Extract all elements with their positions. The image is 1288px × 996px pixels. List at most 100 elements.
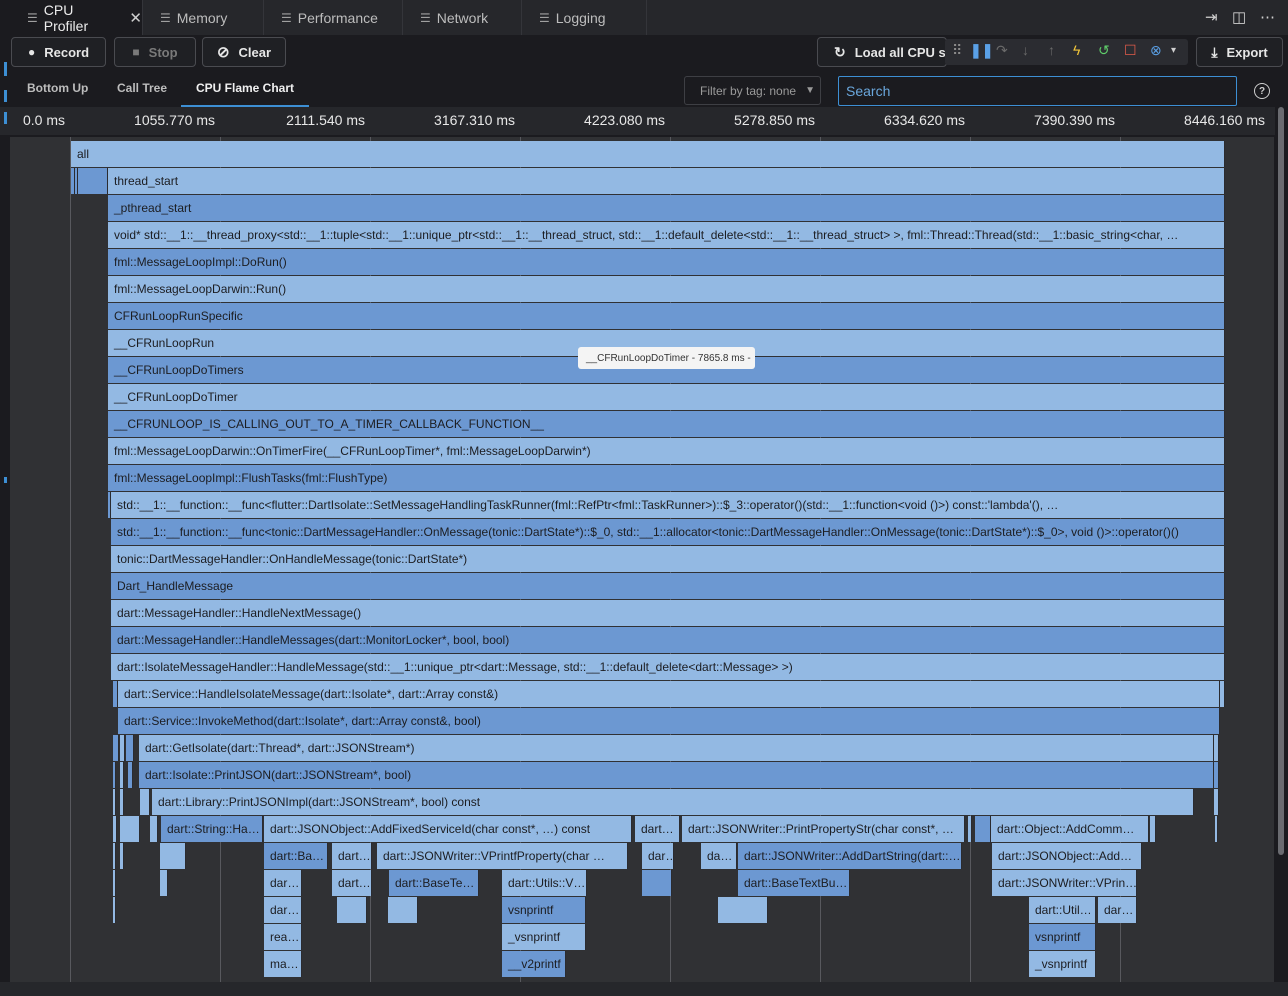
flame-frame-sliver[interactable]: [975, 816, 991, 842]
flame-frame[interactable]: dart::JSONWriter::VPrintfProperty(char …: [377, 843, 628, 869]
flame-frame-sliver[interactable]: [113, 870, 116, 896]
more-icon[interactable]: ⋯: [1260, 8, 1275, 26]
drag-handle-icon[interactable]: ⠿: [952, 42, 962, 59]
search-input[interactable]: [838, 76, 1237, 106]
flame-frame-sliver[interactable]: [1150, 816, 1156, 842]
flame-frame-sliver[interactable]: [113, 816, 117, 842]
flame-frame[interactable]: vsnprintf: [1029, 924, 1096, 950]
flame-frame-sliver[interactable]: [113, 735, 119, 761]
export-button[interactable]: ⤓ Export: [1196, 37, 1283, 67]
flame-frame-sliver[interactable]: [120, 843, 124, 869]
flame-frame[interactable]: dart::Service::HandleIsolateMessage(dart…: [118, 681, 1220, 707]
flame-frame-sliver[interactable]: [160, 870, 168, 896]
flame-frame-sliver[interactable]: [642, 870, 672, 896]
tab-cpu-profiler[interactable]: ☰ CPU Profiler ✕: [0, 0, 143, 35]
flame-frame-sliver[interactable]: [337, 897, 367, 923]
flame-frame-sliver[interactable]: [128, 762, 133, 788]
flame-frame[interactable]: rea…: [264, 924, 302, 950]
flame-frame-sliver[interactable]: [113, 789, 116, 815]
flame-frame[interactable]: dar…: [264, 897, 302, 923]
flame-frame[interactable]: std::__1::__function::__func<flutter::Da…: [111, 492, 1225, 518]
tab-performance[interactable]: ☰ Performance: [264, 0, 403, 35]
flame-frame[interactable]: dart::GetIsolate(dart::Thread*, dart::JS…: [139, 735, 1214, 761]
step-into-icon[interactable]: ↓: [1022, 42, 1029, 58]
flame-frame[interactable]: _vsnprintf: [502, 924, 586, 950]
flame-frame-sliver[interactable]: [113, 897, 116, 923]
clear-button[interactable]: ⊘ Clear: [202, 37, 286, 67]
flame-frame[interactable]: std::__1::__function::__func<tonic::Dart…: [111, 519, 1225, 545]
step-over-icon[interactable]: ↷: [996, 42, 1008, 59]
stop-button[interactable]: ■ Stop: [114, 37, 196, 67]
filter-by-tag-dropdown[interactable]: Filter by tag: none ▼: [684, 76, 821, 105]
load-all-cpu-samples-button[interactable]: ↻ Load all CPU sa: [817, 37, 947, 67]
flame-frame[interactable]: ma…: [264, 951, 302, 977]
flame-frame-sliver[interactable]: [388, 897, 418, 923]
record-button[interactable]: ● Record: [11, 37, 106, 67]
flame-frame-sliver[interactable]: [113, 843, 116, 869]
flame-frame[interactable]: dart::Isolate::PrintJSON(dart::JSONStrea…: [139, 762, 1214, 788]
tab-cpu-flame-chart[interactable]: CPU Flame Chart: [181, 71, 310, 107]
flame-frame[interactable]: Dart_HandleMessage: [111, 573, 1225, 599]
flame-frame[interactable]: dart…: [332, 870, 372, 896]
flame-frame[interactable]: fml::MessageLoopImpl::FlushTasks(fml::Fl…: [108, 465, 1225, 491]
flame-frame[interactable]: dart::BaseTextBu…: [738, 870, 850, 896]
flame-frame-sliver[interactable]: [718, 897, 768, 923]
flame-frame[interactable]: dart::Library::PrintJSONImpl(dart::JSONS…: [152, 789, 1194, 815]
flame-frame[interactable]: dart::Ba…: [264, 843, 328, 869]
flame-frame[interactable]: dart::IsolateMessageHandler::HandleMessa…: [111, 654, 1225, 680]
stop-app-icon[interactable]: ☐: [1124, 42, 1137, 59]
devtools-icon[interactable]: ⊗: [1150, 42, 1162, 59]
flame-frame[interactable]: fml::MessageLoopImpl::DoRun(): [108, 249, 1225, 275]
flame-frame[interactable]: dart::Utils::V…: [502, 870, 587, 896]
flame-frame[interactable]: dart…: [332, 843, 372, 869]
close-icon[interactable]: ✕: [129, 9, 142, 27]
flame-frame[interactable]: _pthread_start: [108, 195, 1225, 221]
hot-reload-icon[interactable]: ϟ: [1073, 42, 1080, 58]
flame-frame[interactable]: dar…: [642, 843, 674, 869]
tab-call-tree[interactable]: Call Tree: [117, 71, 167, 105]
flame-frame[interactable]: dart::Util…: [1029, 897, 1096, 923]
tab-memory[interactable]: ☰ Memory: [143, 0, 264, 35]
flame-frame[interactable]: dart::Service::InvokeMethod(dart::Isolat…: [118, 708, 1220, 734]
flame-frame[interactable]: dart::MessageHandler::HandleNextMessage(…: [111, 600, 1225, 626]
flame-frame-sliver[interactable]: [120, 762, 124, 788]
open-in-new-icon[interactable]: ⇥: [1205, 8, 1218, 26]
flame-frame[interactable]: fml::MessageLoopDarwin::Run(): [108, 276, 1225, 302]
flame-frame-sliver[interactable]: [1214, 789, 1219, 815]
flame-frame[interactable]: dart::JSONObject::AddFixedServiceId(char…: [264, 816, 632, 842]
flame-frame[interactable]: dart::BaseTe…: [389, 870, 479, 896]
tab-logging[interactable]: ☰ Logging: [522, 0, 647, 35]
flame-frame-sliver[interactable]: [160, 843, 186, 869]
flame-frame-sliver[interactable]: [968, 816, 972, 842]
flame-chart[interactable]: all thread_start _pthread_start void* st…: [10, 137, 1274, 982]
flame-frame[interactable]: da…: [701, 843, 737, 869]
hot-restart-icon[interactable]: ↺: [1098, 42, 1110, 59]
flame-frame[interactable]: dart::JSONWriter::PrintPropertyStr(char …: [682, 816, 965, 842]
flame-frame[interactable]: dar…: [264, 870, 302, 896]
flame-frame-sliver[interactable]: [120, 789, 124, 815]
flame-frame[interactable]: void* std::__1::__thread_proxy<std::__1:…: [108, 222, 1225, 248]
flame-frame[interactable]: __CFRUNLOOP_IS_CALLING_OUT_TO_A_TIMER_CA…: [108, 411, 1225, 437]
flame-frame[interactable]: dart::Object::AddComm…: [991, 816, 1149, 842]
flame-frame[interactable]: thread_start: [108, 168, 1225, 194]
flame-frame[interactable]: dar…: [1098, 897, 1137, 923]
help-icon[interactable]: ?: [1254, 83, 1270, 99]
flame-frame[interactable]: tonic::DartMessageHandler::OnHandleMessa…: [111, 546, 1225, 572]
flame-frame[interactable]: dart::JSONWriter::VPrin…: [992, 870, 1137, 896]
flame-frame[interactable]: fml::MessageLoopDarwin::OnTimerFire(__CF…: [108, 438, 1225, 464]
pause-icon[interactable]: ❚❚: [970, 42, 993, 59]
flame-frame-sliver[interactable]: [1215, 816, 1218, 842]
flame-frame[interactable]: dart::String::Ha…: [161, 816, 263, 842]
flame-frame-sliver[interactable]: [78, 168, 108, 194]
flame-frame[interactable]: all: [71, 141, 1225, 167]
tab-bottom-up[interactable]: Bottom Up: [27, 71, 88, 105]
flame-frame[interactable]: vsnprintf: [502, 897, 586, 923]
vertical-scrollbar[interactable]: [1278, 107, 1284, 855]
tab-network[interactable]: ☰ Network: [403, 0, 522, 35]
flame-frame[interactable]: CFRunLoopRunSpecific: [108, 303, 1225, 329]
split-view-icon[interactable]: ◫: [1232, 8, 1246, 26]
flame-frame-sliver[interactable]: [150, 816, 158, 842]
flame-frame[interactable]: dart::JSONWriter::AddDartString(dart::…: [738, 843, 962, 869]
step-out-icon[interactable]: ↑: [1048, 42, 1055, 58]
flame-frame[interactable]: _vsnprintf: [1029, 951, 1096, 977]
